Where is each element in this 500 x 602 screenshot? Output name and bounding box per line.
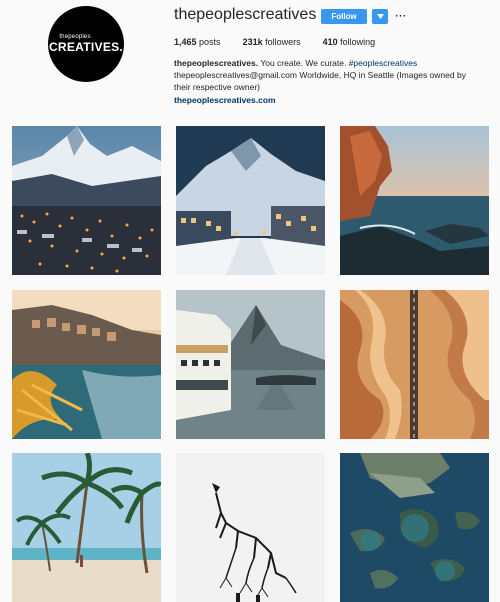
profile-stats: 1,465 posts 231k followers 410 following	[174, 37, 397, 47]
bio-website-link[interactable]: thepeoplescreatives.com	[174, 94, 484, 106]
following-label: following	[340, 37, 376, 47]
posts-count: 1,465	[174, 37, 197, 47]
post-thumbnail[interactable]	[340, 126, 489, 275]
bio-hashtag[interactable]: #peoplescreatives	[349, 58, 418, 68]
followers-label: followers	[265, 37, 301, 47]
post-thumbnail[interactable]	[176, 453, 325, 602]
post-thumbnail[interactable]	[176, 126, 325, 275]
posts-stat: 1,465 posts	[174, 37, 221, 47]
palm-beach-image	[12, 453, 161, 602]
post-thumbnail[interactable]	[340, 453, 489, 602]
profile-username: thepeoplescreatives	[174, 6, 317, 23]
post-thumbnail[interactable]	[12, 453, 161, 602]
post-thumbnail[interactable]	[176, 290, 325, 439]
desert-dunes-image	[340, 290, 489, 439]
post-thumbnail[interactable]	[12, 290, 161, 439]
following-stat[interactable]: 410 following	[323, 37, 376, 47]
profile-bio: thepeoplescreatives. You create. We cura…	[174, 57, 484, 106]
chevron-down-icon	[376, 14, 384, 19]
bio-text: You create. We curate.	[260, 58, 347, 68]
sea-cliff-sunset-image	[340, 126, 489, 275]
islands-aerial-image	[340, 453, 489, 602]
avatar-text-big: CREATIVES.	[48, 40, 124, 54]
follow-button[interactable]: Follow	[321, 9, 367, 24]
cliffside-village-image	[12, 290, 161, 439]
bio-details: thepeoplescreatives@gmail.com Worldwide,…	[174, 70, 466, 92]
more-options-button[interactable]: ···	[394, 9, 408, 24]
post-thumbnail[interactable]	[12, 126, 161, 275]
suggestions-dropdown-button[interactable]	[372, 9, 388, 24]
followers-stat[interactable]: 231k followers	[243, 37, 301, 47]
snowy-village-night-image	[12, 126, 161, 275]
wolf-trees-illustration-image	[176, 453, 325, 602]
posts-label: posts	[199, 37, 221, 47]
ferry-fjord-image	[176, 290, 325, 439]
post-thumbnail[interactable]	[340, 290, 489, 439]
snowy-town-street-image	[176, 126, 325, 275]
following-count: 410	[322, 37, 338, 47]
bio-name: thepeoplescreatives.	[174, 58, 259, 68]
profile-avatar[interactable]: thepeoples CREATIVES.	[48, 6, 124, 82]
followers-count: 231k	[242, 37, 263, 47]
